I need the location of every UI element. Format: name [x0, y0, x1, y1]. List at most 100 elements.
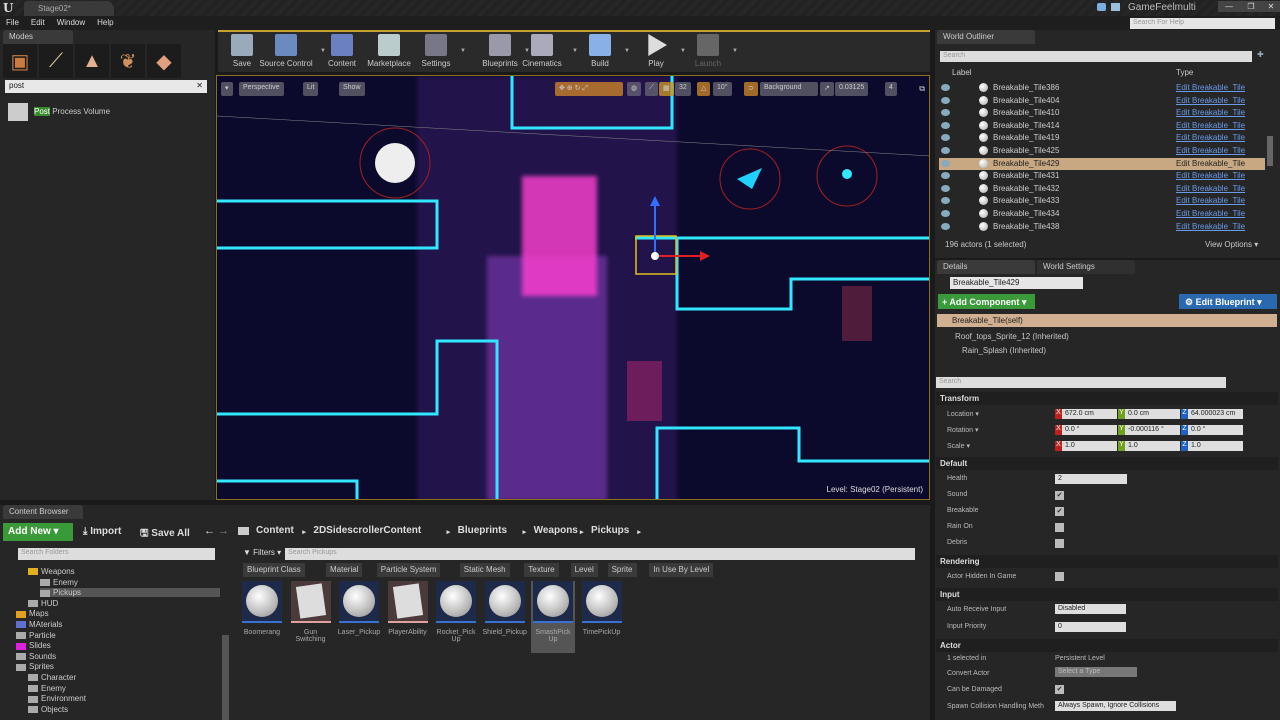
- outliner-row[interactable]: Breakable_Tile433 Edit Breakable_Tile: [939, 195, 1265, 208]
- filter-sprite[interactable]: Sprite: [607, 563, 637, 577]
- can-be-damaged-checkbox[interactable]: ✔: [1055, 685, 1064, 694]
- toolbar-button-marketplace[interactable]: Marketplace: [364, 34, 414, 68]
- outliner-row[interactable]: Breakable_Tile419 Edit Breakable_Tile: [939, 132, 1265, 145]
- outliner-row[interactable]: Breakable_Tile431 Edit Breakable_Tile: [939, 170, 1265, 183]
- visibility-eye-icon[interactable]: [941, 210, 950, 217]
- visibility-eye-icon[interactable]: [941, 84, 950, 91]
- outliner-row[interactable]: Breakable_Tile429 Edit Breakable_Tile: [939, 157, 1265, 171]
- edit-type-link[interactable]: Edit Breakable_Tile: [1176, 222, 1245, 231]
- landscape-mode-icon[interactable]: ▲: [75, 44, 109, 78]
- save-all-button[interactable]: 🖫 Save All: [140, 526, 190, 543]
- asset-tile[interactable]: Laser_Pickup: [337, 581, 381, 636]
- level-tab[interactable]: Stage02*: [24, 1, 114, 16]
- folder-character[interactable]: Character: [28, 673, 76, 682]
- edit-type-link[interactable]: Edit Breakable_Tile: [1176, 146, 1245, 155]
- edit-type-link[interactable]: Edit Breakable_Tile: [1176, 209, 1245, 218]
- menu-window[interactable]: Window: [51, 16, 91, 27]
- auto-receive-dropdown[interactable]: Disabled: [1055, 604, 1126, 614]
- rot-y-field[interactable]: -0.000116 °: [1125, 425, 1180, 435]
- maximize-viewport-icon[interactable]: ⧉: [919, 84, 925, 94]
- toolbar-button-cinematics[interactable]: Cinematics: [514, 34, 570, 68]
- filter-texture[interactable]: Texture: [524, 563, 559, 577]
- folder-environment[interactable]: Environment: [28, 694, 86, 703]
- rotation-label[interactable]: Rotation ▾: [947, 426, 979, 434]
- edit-type-link[interactable]: Edit Breakable_Tile: [1176, 108, 1245, 117]
- dropdown-arrow-icon[interactable]: ▼: [680, 48, 686, 54]
- scale-snap-value[interactable]: 0.03125: [835, 82, 869, 96]
- outliner-row[interactable]: Breakable_Tile410 Edit Breakable_Tile: [939, 107, 1265, 120]
- convert-actor-dropdown[interactable]: Select a Type: [1055, 667, 1137, 677]
- rotation-snap-icon[interactable]: △: [697, 82, 711, 96]
- debris-checkbox[interactable]: [1055, 539, 1064, 548]
- foliage-mode-icon[interactable]: ❦: [111, 44, 145, 78]
- toolbar-button-settings[interactable]: Settings: [416, 34, 456, 68]
- edit-type-link[interactable]: Edit Breakable_Tile: [1176, 121, 1245, 130]
- folder-sounds[interactable]: Sounds: [16, 652, 56, 661]
- clear-search-icon[interactable]: ✕: [196, 81, 203, 90]
- breadcrumb-weapons[interactable]: Weapons: [534, 525, 578, 536]
- breadcrumb-separator-icon[interactable]: ▸: [580, 528, 584, 536]
- loc-x-field[interactable]: 672.0 cm: [1062, 409, 1117, 419]
- outliner-row[interactable]: Breakable_Tile438 Edit Breakable_Tile: [939, 221, 1265, 234]
- breadcrumb-2dsidescrollercontent[interactable]: 2DSidescrollerContent: [313, 525, 421, 536]
- outliner-row[interactable]: Breakable_Tile414 Edit Breakable_Tile: [939, 120, 1265, 133]
- actor-name-input[interactable]: Breakable_Tile429: [950, 277, 1083, 289]
- modes-search-input[interactable]: post ✕: [5, 80, 207, 93]
- details-tab[interactable]: Details: [937, 260, 1035, 274]
- close-button[interactable]: ✕: [1262, 1, 1280, 12]
- health-field[interactable]: 2: [1055, 474, 1127, 484]
- modes-tab[interactable]: Modes: [3, 30, 73, 44]
- import-button[interactable]: ⤓ Import: [83, 526, 121, 537]
- folder-scrollbar[interactable]: [222, 635, 229, 720]
- outliner-row[interactable]: Breakable_Tile434 Edit Breakable_Tile: [939, 208, 1265, 221]
- background-button[interactable]: Background: [760, 82, 818, 96]
- paint-mode-icon[interactable]: ⟋: [39, 44, 73, 78]
- section-actor[interactable]: Actor: [936, 639, 1278, 652]
- menu-edit[interactable]: Edit: [25, 16, 51, 27]
- outliner-row[interactable]: Breakable_Tile404 Edit Breakable_Tile: [939, 95, 1265, 108]
- filter-material[interactable]: Material: [326, 563, 363, 577]
- camera-speed[interactable]: 4: [885, 82, 897, 96]
- surface-snap-icon[interactable]: ⟋: [645, 82, 658, 96]
- view-options-button[interactable]: View Options ▾: [1205, 240, 1258, 249]
- outliner-row[interactable]: Breakable_Tile425 Edit Breakable_Tile: [939, 145, 1265, 158]
- edit-type-link[interactable]: Edit Breakable_Tile: [1176, 196, 1245, 205]
- help-search-input[interactable]: Search For Help: [1130, 18, 1275, 29]
- component-self[interactable]: Breakable_Tile(self): [937, 314, 1277, 327]
- component-roof-tops-sprite[interactable]: Roof_tops_Sprite_12 (Inherited): [955, 332, 1069, 341]
- filter-in-use-by-level[interactable]: In Use By Level: [649, 563, 714, 577]
- visibility-eye-icon[interactable]: [941, 222, 950, 230]
- edit-type-link[interactable]: Edit Breakable_Tile: [1176, 184, 1245, 193]
- rot-x-field[interactable]: 0.0 °: [1062, 425, 1117, 435]
- visibility-eye-icon[interactable]: [941, 172, 950, 180]
- visibility-eye-icon[interactable]: [941, 134, 950, 142]
- folder-enemy[interactable]: Enemy: [40, 578, 78, 587]
- create-folder-icon[interactable]: ✚: [1257, 50, 1264, 59]
- grid-snap-value[interactable]: 32: [675, 82, 691, 96]
- toolbar-button-source-control[interactable]: Source Control: [254, 34, 318, 68]
- folder-pickups[interactable]: Pickups: [40, 588, 220, 598]
- column-type[interactable]: Type: [1176, 68, 1193, 77]
- spawn-collision-dropdown[interactable]: Always Spawn, Ignore Collisions: [1055, 701, 1176, 711]
- asset-tile[interactable]: PlayerAbility: [386, 581, 430, 636]
- geometry-mode-icon[interactable]: ◆: [147, 44, 181, 78]
- scale-label[interactable]: Scale ▾: [947, 442, 970, 450]
- toolbar-button-build[interactable]: Build: [580, 34, 620, 68]
- asset-tile[interactable]: TimePickUp: [580, 581, 624, 636]
- search-folders-input[interactable]: Search Folders: [18, 548, 215, 560]
- asset-tile[interactable]: Boomerang: [240, 581, 284, 636]
- breadcrumb-pickups[interactable]: Pickups: [591, 525, 629, 536]
- folder-enemy[interactable]: Enemy: [28, 684, 66, 693]
- filter-blueprint-class[interactable]: Blueprint Class: [243, 563, 305, 577]
- scl-z-field[interactable]: 1.0: [1188, 441, 1243, 451]
- add-new-button[interactable]: Add New ▾: [3, 523, 73, 541]
- dropdown-arrow-icon[interactable]: ▼: [460, 48, 466, 54]
- visibility-eye-icon[interactable]: [941, 96, 950, 104]
- place-mode-icon[interactable]: ▣: [3, 44, 37, 78]
- section-input[interactable]: Input: [936, 588, 1278, 601]
- minimize-button[interactable]: —: [1218, 1, 1240, 12]
- folder-maps[interactable]: Maps: [16, 609, 49, 618]
- dropdown-arrow-icon[interactable]: ▼: [572, 48, 578, 54]
- filter-static-mesh[interactable]: Static Mesh: [459, 563, 510, 577]
- perspective-button[interactable]: Perspective: [239, 82, 284, 96]
